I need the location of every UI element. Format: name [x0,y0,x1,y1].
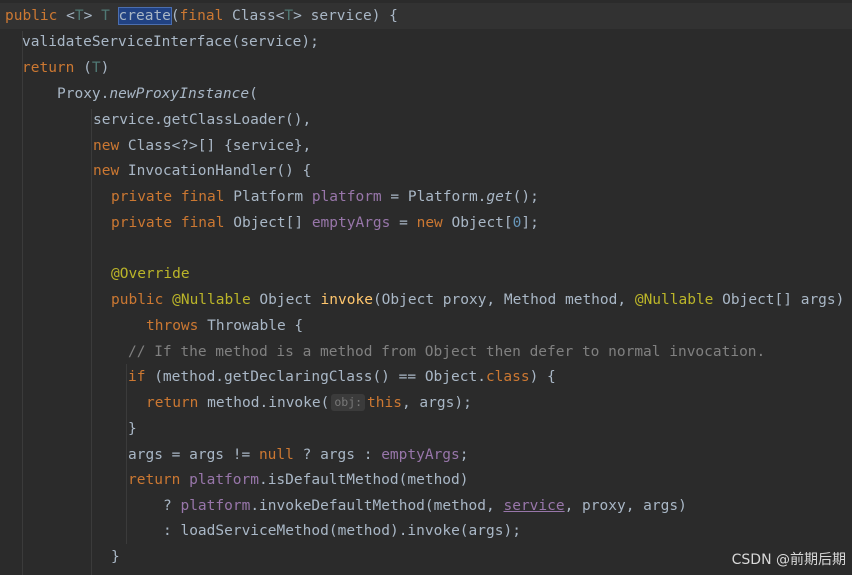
code-line-4[interactable]: Proxy.newProxyInstance( [0,81,852,107]
parameter-hint: obj: [331,394,366,411]
code-line-5[interactable]: service.getClassLoader(), [0,107,852,133]
code-line-12[interactable]: public @Nullable Object invoke(Object pr… [0,287,852,313]
code-line-18[interactable]: args = args != null ? args : emptyArgs; [0,442,852,468]
code-comment: // If the method is a method from Object… [128,344,766,360]
csdn-watermark: CSDN @前期后期 [731,552,846,568]
code-line-3[interactable]: return (T) [0,55,852,81]
code-line-1[interactable]: public <T> T create(final Class<T> servi… [0,3,852,29]
code-line-21[interactable]: : loadServiceMethod(method).invoke(args)… [0,518,852,544]
code-line-7[interactable]: new InvocationHandler() { [0,158,852,184]
code-line-6[interactable]: new Class<?>[] {service}, [0,133,852,159]
code-line-8[interactable]: private final Platform platform = Platfo… [0,184,852,210]
code-line-17[interactable]: } [0,416,852,442]
code-editor[interactable]: public <T> T create(final Class<T> servi… [0,0,852,575]
code-line-9[interactable]: private final Object[] emptyArgs = new O… [0,210,852,236]
code-line-16[interactable]: return method.invoke(obj: this, args); [0,390,852,416]
code-line-2[interactable]: validateServiceInterface(service); [0,29,852,55]
annotation: @Override [111,266,190,282]
code-line-15[interactable]: if (method.getDeclaringClass() == Object… [0,364,852,390]
code-line-19[interactable]: return platform.isDefaultMethod(method) [0,467,852,493]
code-line-20[interactable]: ? platform.invokeDefaultMethod(method, s… [0,493,852,519]
code-line-22[interactable]: } [0,544,852,570]
code-line-11[interactable]: @Override [0,261,852,287]
selected-method-name[interactable]: create [117,7,172,25]
keyword: public [5,8,58,24]
code-line-13[interactable]: throws Throwable { [0,313,852,339]
code-line-14[interactable]: // If the method is a method from Object… [0,339,852,365]
service-reference[interactable]: service [503,498,564,514]
